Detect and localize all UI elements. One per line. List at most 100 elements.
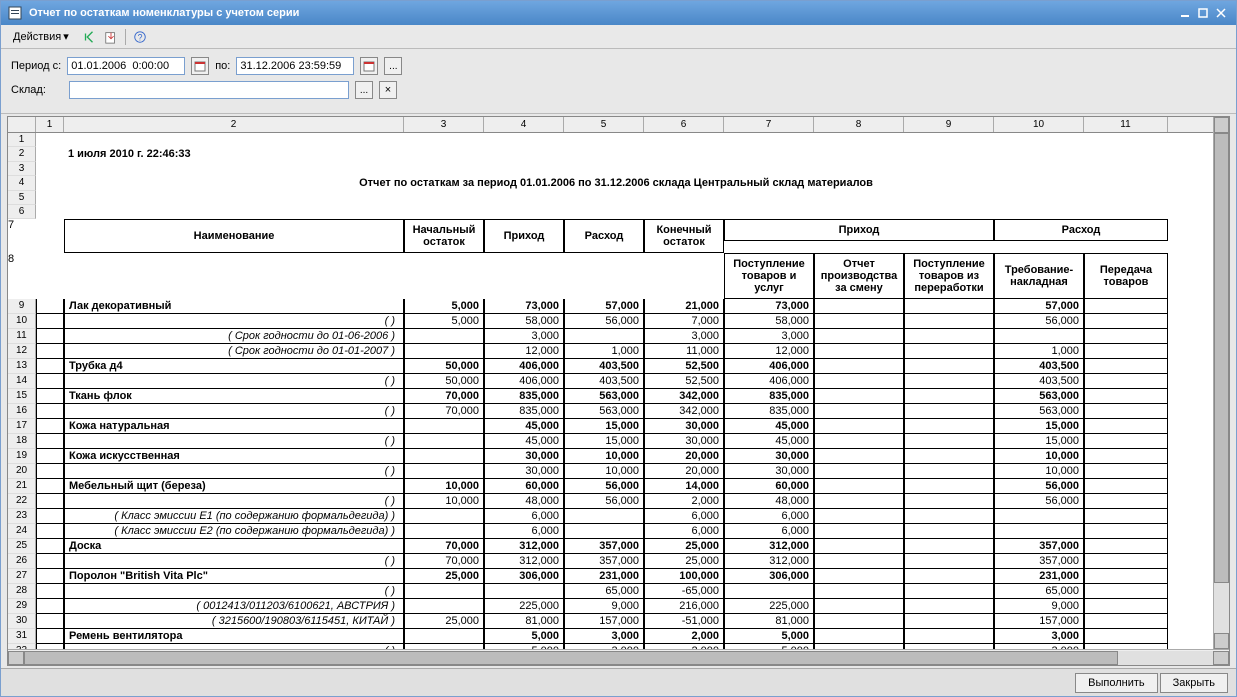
cell-value: 5,000 bbox=[484, 644, 564, 649]
cell-value: 10,000 bbox=[564, 464, 644, 479]
row-number: 11 bbox=[8, 329, 36, 344]
cell-value bbox=[814, 554, 904, 569]
cell-value: 357,000 bbox=[564, 554, 644, 569]
cell-value: 6,000 bbox=[724, 509, 814, 524]
cell-value bbox=[814, 479, 904, 494]
column-header-cell[interactable]: 4 bbox=[484, 117, 564, 132]
period-from-input[interactable] bbox=[67, 57, 185, 75]
cell-value: 57,000 bbox=[564, 299, 644, 314]
execute-button[interactable]: Выполнить bbox=[1075, 673, 1157, 693]
table-row: 18( )45,00015,00030,00045,00015,000 bbox=[8, 434, 1229, 449]
cell-value bbox=[904, 569, 994, 584]
cell-value bbox=[904, 524, 994, 539]
vertical-scrollbar[interactable] bbox=[1213, 117, 1229, 649]
export-icon[interactable] bbox=[103, 29, 119, 45]
cell-value bbox=[1084, 629, 1168, 644]
scroll-left-button[interactable] bbox=[8, 651, 24, 665]
cell-value bbox=[404, 419, 484, 434]
column-header-cell[interactable]: 5 bbox=[564, 117, 644, 132]
cell-name: ( ) bbox=[64, 314, 404, 329]
table-row: 20( )30,00010,00020,00030,00010,000 bbox=[8, 464, 1229, 479]
cell-value: 231,000 bbox=[564, 569, 644, 584]
row-number: 2 bbox=[8, 147, 36, 162]
row-number: 16 bbox=[8, 404, 36, 419]
cell-value: 70,000 bbox=[404, 389, 484, 404]
help-icon[interactable]: ? bbox=[132, 29, 148, 45]
row-number: 7 bbox=[8, 219, 36, 241]
column-header-cell[interactable]: 8 bbox=[814, 117, 904, 132]
cell-value bbox=[1084, 314, 1168, 329]
row-number: 24 bbox=[8, 524, 36, 539]
cell-value: 10,000 bbox=[564, 449, 644, 464]
cell-value bbox=[904, 344, 994, 359]
maximize-button[interactable] bbox=[1194, 5, 1212, 21]
window-title: Отчет по остаткам номенклатуры с учетом … bbox=[29, 7, 299, 19]
cell-value: 563,000 bbox=[994, 404, 1084, 419]
scroll-down-button[interactable] bbox=[1214, 633, 1229, 649]
th-end: Конечный остаток bbox=[644, 219, 724, 253]
cell-value: 52,500 bbox=[644, 374, 724, 389]
spreadsheet: 1234567891011 1 21 июля 2010 г. 22:46:33… bbox=[7, 116, 1230, 666]
column-header-cell[interactable]: 1 bbox=[36, 117, 64, 132]
refresh-icon[interactable] bbox=[81, 29, 97, 45]
period-from-calendar-icon[interactable] bbox=[191, 57, 209, 75]
column-header-cell[interactable]: 6 bbox=[644, 117, 724, 132]
cell-value bbox=[904, 374, 994, 389]
close-form-button[interactable]: Закрыть bbox=[1160, 673, 1228, 693]
cell-value: 3,000 bbox=[564, 629, 644, 644]
cell-value bbox=[904, 389, 994, 404]
row-number: 29 bbox=[8, 599, 36, 614]
warehouse-clear-button[interactable]: × bbox=[379, 81, 397, 99]
column-header-cell[interactable]: 2 bbox=[64, 117, 404, 132]
cell-value: 30,000 bbox=[644, 419, 724, 434]
cell-value: 5,000 bbox=[724, 644, 814, 649]
scroll-up-button[interactable] bbox=[1214, 117, 1229, 133]
cell-value bbox=[904, 539, 994, 554]
cell-value bbox=[994, 509, 1084, 524]
sheet-body[interactable]: 1 21 июля 2010 г. 22:46:33 3 4Отчет по о… bbox=[8, 133, 1229, 649]
horizontal-scrollbar[interactable] bbox=[8, 649, 1229, 665]
column-header-cell[interactable]: 10 bbox=[994, 117, 1084, 132]
warehouse-select-button[interactable]: ... bbox=[355, 81, 373, 99]
th-in-group: Приход bbox=[724, 219, 994, 241]
cell-value bbox=[904, 434, 994, 449]
scroll-right-button[interactable] bbox=[1213, 651, 1229, 665]
cell-name: Трубка д4 bbox=[64, 359, 404, 374]
cell-value: 563,000 bbox=[564, 404, 644, 419]
cell-name: ( ) bbox=[64, 644, 404, 649]
column-header-cell[interactable]: 7 bbox=[724, 117, 814, 132]
th-in3: Поступление товаров из переработки bbox=[904, 253, 994, 299]
close-button[interactable] bbox=[1212, 5, 1230, 21]
cell-value bbox=[904, 584, 994, 599]
cell-value bbox=[1084, 419, 1168, 434]
minimize-button[interactable] bbox=[1176, 5, 1194, 21]
cell-value bbox=[904, 644, 994, 649]
cell-value: 60,000 bbox=[484, 479, 564, 494]
cell-value: 9,000 bbox=[564, 599, 644, 614]
cell-value bbox=[814, 629, 904, 644]
cell-value bbox=[814, 374, 904, 389]
cell-value: 403,500 bbox=[994, 374, 1084, 389]
cell-value: 20,000 bbox=[644, 449, 724, 464]
cell-value bbox=[1084, 449, 1168, 464]
column-header-cell[interactable]: 11 bbox=[1084, 117, 1168, 132]
column-header-cell[interactable]: 9 bbox=[904, 117, 994, 132]
column-header-cell[interactable] bbox=[8, 117, 36, 132]
cell-value: 45,000 bbox=[484, 434, 564, 449]
period-select-button[interactable]: ... bbox=[384, 57, 402, 75]
table-row: 19Кожа искусственная30,00010,00020,00030… bbox=[8, 449, 1229, 464]
column-header-cell[interactable]: 3 bbox=[404, 117, 484, 132]
period-to-calendar-icon[interactable] bbox=[360, 57, 378, 75]
period-to-input[interactable] bbox=[236, 57, 354, 75]
cell-name: ( ) bbox=[64, 404, 404, 419]
warehouse-input[interactable] bbox=[69, 81, 349, 99]
row-number: 5 bbox=[8, 191, 36, 205]
scroll-thumb[interactable] bbox=[1214, 133, 1229, 583]
actions-menu[interactable]: Действия ▾ bbox=[7, 28, 75, 45]
th-in: Приход bbox=[484, 219, 564, 253]
row-number: 4 bbox=[8, 176, 36, 191]
cell-value: 357,000 bbox=[994, 554, 1084, 569]
cell-value bbox=[564, 524, 644, 539]
scroll-thumb[interactable] bbox=[24, 651, 1118, 665]
cell-value: 3,000 bbox=[644, 329, 724, 344]
